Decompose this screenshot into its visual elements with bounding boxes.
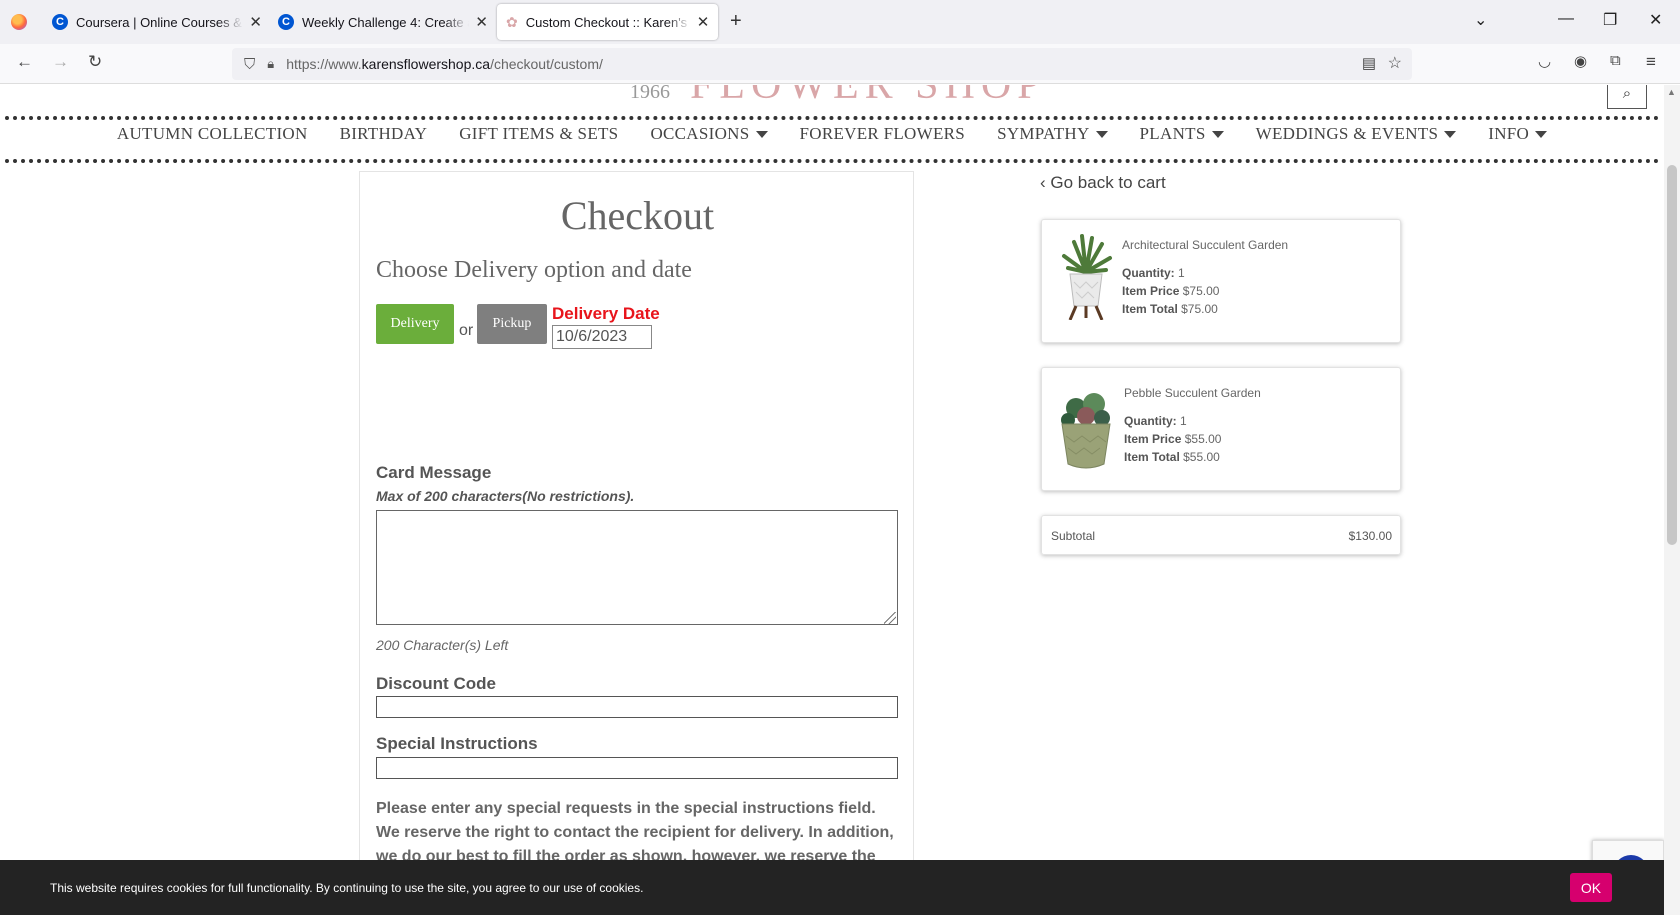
close-icon[interactable]: ✕	[697, 13, 710, 31]
firefox-icon[interactable]	[11, 14, 27, 30]
tab-title: Custom Checkout :: Karen's Flo	[525, 14, 691, 30]
pickup-button[interactable]: Pickup	[477, 304, 547, 344]
subtotal-card: Subtotal $130.00	[1041, 515, 1401, 555]
navigation-bar: ← → ↻ ⛉ 🔒︎ https://www.karensflowershop.…	[0, 44, 1680, 84]
menu-item-occasions[interactable]: OCCASIONS	[634, 117, 783, 151]
cookie-ok-button[interactable]: OK	[1570, 873, 1612, 902]
scroll-up-icon[interactable]: ▲	[1667, 87, 1676, 97]
account-icon[interactable]: ◉	[1574, 52, 1587, 70]
delivery-date-input[interactable]	[552, 325, 652, 349]
cookie-text: This website requires cookies for full f…	[50, 881, 644, 895]
close-icon[interactable]: ✕	[249, 13, 262, 31]
cart-item: Pebble Succulent Garden Quantity: 1 Item…	[1041, 367, 1401, 491]
menu-item-forever-flowers[interactable]: FOREVER FLOWERS	[784, 117, 982, 151]
or-text: or	[459, 322, 474, 339]
minimize-icon[interactable]: —	[1558, 10, 1574, 28]
url-text[interactable]: https://www.karensflowershop.ca/checkout…	[286, 56, 603, 72]
resize-handle-icon[interactable]	[884, 612, 896, 624]
discount-code-input[interactable]	[376, 696, 898, 718]
delivery-heading: Choose Delivery option and date	[376, 257, 692, 283]
url-bar[interactable]: ⛉ 🔒︎ https://www.karensflowershop.ca/che…	[232, 48, 1412, 80]
search-icon: ⌕	[1622, 85, 1632, 102]
page-title: Checkout	[560, 193, 715, 238]
caret-down-icon	[1211, 130, 1224, 138]
page-scrollbar[interactable]: ▲	[1664, 85, 1680, 915]
tab-list-icon[interactable]: ⌄	[1474, 10, 1487, 30]
cart-item: Architectural Succulent Garden Quantity:…	[1041, 219, 1401, 343]
architectural-succulent-image	[1062, 234, 1112, 320]
subtotal-value: $130.00	[1348, 529, 1392, 543]
logo-wordmark: FLOWER SHOP	[690, 85, 1047, 108]
item-total: Item Total $75.00	[1122, 302, 1218, 316]
subtotal-label: Subtotal	[1051, 529, 1096, 543]
caret-down-icon	[1535, 130, 1548, 138]
lock-icon[interactable]: 🔒︎	[267, 56, 274, 72]
characters-left: 200 Character(s) Left	[376, 637, 509, 653]
tab-custom-checkout[interactable]: ✿ Custom Checkout :: Karen's Flo ✕	[497, 4, 718, 40]
tab-coursera[interactable]: C Coursera | Online Courses & Cr ✕	[52, 4, 262, 40]
page-content: 1966 FLOWER SHOP ⌕ AUTUMN COLLECTION BIR…	[0, 85, 1664, 915]
tab-bar: C Coursera | Online Courses & Cr ✕ C Wee…	[0, 0, 1680, 44]
close-icon[interactable]: ✕	[475, 13, 488, 31]
new-tab-icon[interactable]: +	[730, 10, 742, 33]
chevron-left-icon: ‹	[1040, 173, 1051, 192]
item-name: Architectural Succulent Garden	[1122, 238, 1289, 252]
menu-item-weddings-events[interactable]: WEDDINGS & EVENTS	[1240, 117, 1473, 151]
caret-down-icon	[1444, 130, 1457, 138]
close-window-icon[interactable]: ✕	[1649, 10, 1662, 30]
tab-weekly-challenge[interactable]: C Weekly Challenge 4: Create a co ✕	[278, 4, 488, 40]
menu-item-birthday[interactable]: BIRTHDAY	[324, 117, 444, 151]
scrollbar-thumb[interactable]	[1667, 165, 1677, 545]
card-message-textarea[interactable]	[376, 510, 898, 625]
checkout-form: Checkout Choose Delivery option and date…	[359, 171, 914, 915]
go-back-to-cart-link[interactable]: ‹ Go back to cart	[1040, 173, 1166, 193]
extensions-icon[interactable]: ⧉	[1610, 52, 1621, 69]
coursera-icon: C	[278, 14, 294, 30]
reload-icon[interactable]: ↻	[88, 52, 102, 72]
card-message-label: Card Message	[376, 463, 492, 482]
menu-item-autumn-collection[interactable]: AUTUMN COLLECTION	[101, 117, 324, 151]
tab-title: Coursera | Online Courses & Cr	[76, 14, 244, 30]
tab-title: Weekly Challenge 4: Create a co	[302, 14, 469, 30]
shield-icon[interactable]: ⛉	[244, 56, 255, 73]
coursera-icon: C	[52, 14, 68, 30]
pebble-succulent-image	[1061, 393, 1111, 469]
restore-icon[interactable]: ❐	[1603, 10, 1617, 30]
item-quantity: Quantity: 1	[1124, 414, 1187, 428]
flower-icon: ✿	[506, 13, 518, 30]
forward-icon[interactable]: →	[52, 52, 69, 72]
search-button[interactable]: ⌕	[1607, 85, 1647, 109]
back-icon[interactable]: ←	[16, 52, 33, 72]
menu-item-plants[interactable]: PLANTS	[1124, 117, 1240, 151]
pocket-icon[interactable]: ◡	[1538, 52, 1551, 70]
menu-item-info[interactable]: INFO	[1472, 117, 1563, 151]
logo-year: 1966	[630, 85, 670, 103]
divider-bottom	[5, 159, 1660, 163]
item-name: Pebble Succulent Garden	[1124, 386, 1261, 400]
menu-icon[interactable]: ≡	[1646, 52, 1656, 72]
delivery-button[interactable]: Delivery	[376, 304, 454, 344]
item-price: Item Price $55.00	[1124, 432, 1222, 446]
special-instructions-label: Special Instructions	[376, 734, 538, 753]
cookie-banner: This website requires cookies for full f…	[0, 860, 1664, 915]
caret-down-icon	[755, 130, 768, 138]
item-price: Item Price $75.00	[1122, 284, 1220, 298]
delivery-date-label: Delivery Date	[552, 304, 660, 323]
item-quantity: Quantity: 1	[1122, 266, 1185, 280]
caret-down-icon	[1095, 130, 1108, 138]
card-message-hint: Max of 200 characters(No restrictions).	[376, 488, 635, 504]
menu-item-gift-items[interactable]: GIFT ITEMS & SETS	[443, 117, 634, 151]
menu-item-sympathy[interactable]: SYMPATHY	[981, 117, 1123, 151]
main-menu: AUTUMN COLLECTION BIRTHDAY GIFT ITEMS & …	[0, 117, 1664, 151]
special-instructions-input[interactable]	[376, 757, 898, 779]
reader-view-icon[interactable]: ▤	[1362, 54, 1376, 72]
bookmark-star-icon[interactable]: ☆	[1388, 53, 1402, 73]
discount-code-label: Discount Code	[376, 674, 496, 693]
item-total: Item Total $55.00	[1124, 450, 1220, 464]
